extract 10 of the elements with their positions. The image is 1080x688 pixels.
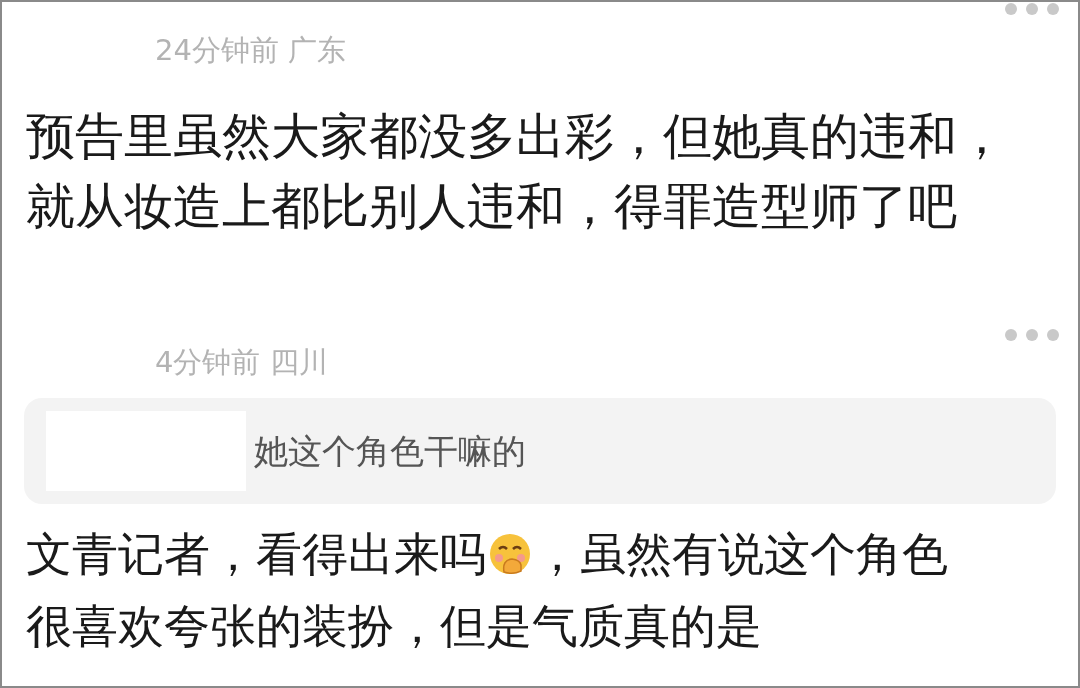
comment-text: 很喜欢夸张的装扮，但是气质真的是: [26, 598, 762, 655]
comment-text: 预告里虽然大家都没多出彩，但她真的违和，就从妆造上都比别人违和，得罪造型师了吧: [26, 107, 1007, 237]
comment-text: 文青记者，看得出来吗: [26, 526, 486, 583]
comment-meta: 4分钟前 四川: [154, 344, 329, 380]
more-icon[interactable]: [1004, 328, 1060, 342]
smiling-face-icon: [488, 532, 532, 576]
more-icon[interactable]: [1004, 2, 1060, 16]
comment-meta: 24分钟前 广东: [154, 32, 348, 68]
quoted-text: 她这个角色干嘛的: [254, 429, 526, 473]
comment-text: ，虽然有说这个角色: [534, 526, 948, 583]
